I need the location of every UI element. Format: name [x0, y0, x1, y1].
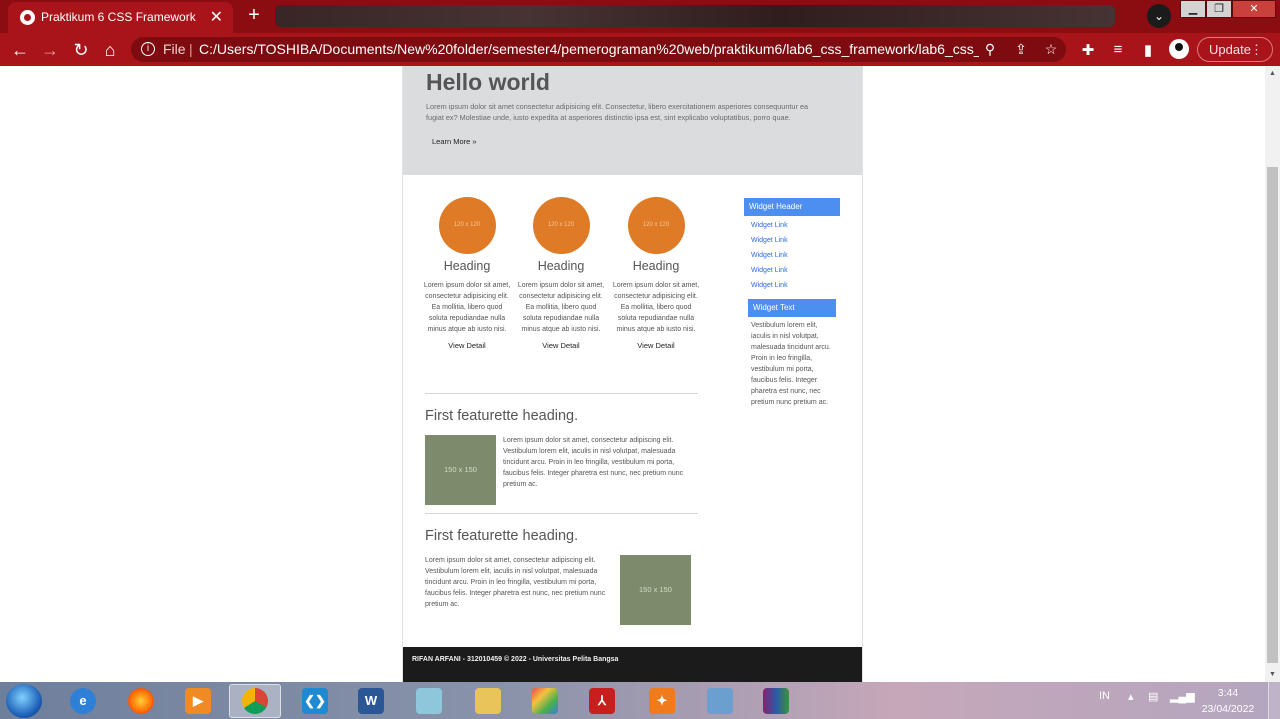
window-controls: ▁ ❐ ✕ [1180, 0, 1276, 18]
chrome-favicon-icon [20, 10, 35, 25]
vscode-icon[interactable]: ❮❯ [289, 684, 341, 718]
featurette-heading: First featurette heading. [425, 528, 579, 544]
photo-viewer-icon[interactable] [694, 684, 746, 718]
divider [425, 393, 698, 394]
widget-link[interactable]: Widget Link [751, 282, 788, 289]
scroll-up-arrow-icon[interactable]: ▲ [1269, 70, 1276, 77]
address-bar[interactable]: i File | C:/Users/TOSHIBA/Documents/New%… [131, 37, 1066, 62]
site-footer: RIFAN ARFANI - 312010459 © 2022 - Univer… [403, 647, 862, 682]
firefox-icon[interactable] [115, 684, 167, 718]
forward-arrow-icon[interactable]: → [39, 39, 61, 61]
paint-icon[interactable] [519, 684, 571, 718]
close-window-icon[interactable]: ✕ [1232, 0, 1276, 18]
site-container: Hello world Lorem ipsum dolor sit amet c… [402, 66, 863, 682]
page-viewport: Hello world Lorem ipsum dolor sit amet c… [0, 66, 1265, 682]
bookmark-star-icon[interactable]: ☆ [1042, 41, 1060, 58]
widget-link[interactable]: Widget Link [751, 267, 788, 274]
view-detail-link[interactable]: View Detail [611, 341, 701, 350]
extensions-puzzle-icon[interactable]: ✚ [1078, 41, 1098, 59]
widget-text: Vestibulum lorem elit, iaculis in nisl v… [751, 322, 831, 406]
back-arrow-icon[interactable]: ← [9, 39, 31, 61]
widget-link[interactable]: Widget Link [751, 237, 788, 244]
view-detail-link[interactable]: View Detail [422, 341, 512, 350]
column-text: Lorem ipsum dolor sit amet, consectetur … [517, 282, 605, 333]
column-text: Lorem ipsum dolor sit amet, consectetur … [612, 282, 700, 333]
address-separator: | [189, 41, 193, 57]
learn-more-link[interactable]: Learn More » [432, 137, 477, 146]
minimize-icon[interactable]: ▁ [1180, 0, 1206, 18]
column-heading: Heading [443, 259, 491, 273]
site-info-icon[interactable]: i [141, 42, 155, 56]
other-tabs-blurred [275, 5, 1115, 27]
featurette-placeholder-image: 150 x 150 [425, 435, 496, 505]
column-text: Lorem ipsum dolor sit amet, consectetur … [423, 282, 511, 333]
pdf-reader-icon[interactable]: ⅄ [576, 684, 628, 718]
file-scheme-label: File [163, 41, 186, 57]
tray-expand-icon[interactable]: ▴ [1128, 690, 1134, 703]
maximize-icon[interactable]: ❐ [1206, 0, 1232, 18]
reload-icon[interactable]: ↻ [70, 39, 92, 61]
signal-icon[interactable]: ▂▄▆ [1170, 690, 1195, 703]
feature-column: 120 x 120 Heading Lorem ipsum dolor sit … [422, 197, 512, 350]
hero-text: Lorem ipsum dolor sit amet consectetur a… [426, 102, 809, 122]
tab-strip: Praktikum 6 CSS Framework ✕ + ⌄ ▁ ❐ ✕ [0, 0, 1280, 33]
windows-taskbar: e ▶ ❮❯ W ⅄ ✦ IN ▴ ▤ ▂▄▆ 3:44 23/04/2022 [0, 682, 1280, 719]
media-queue-icon[interactable]: ≡ [1108, 41, 1128, 58]
tab-search-chevron-icon[interactable]: ⌄ [1147, 4, 1171, 28]
file-explorer-icon[interactable] [462, 684, 514, 718]
vertical-scrollbar[interactable]: ▲ ▼ [1265, 66, 1280, 682]
featurette-text: Lorem ipsum dolor sit amet, consectetur … [425, 557, 606, 608]
kebab-menu-icon: ⋮ [1250, 42, 1263, 57]
toolbar: ← → ↻ ⌂ i File | C:/Users/TOSHIBA/Docume… [0, 33, 1280, 66]
update-label: Update [1209, 42, 1251, 57]
chrome-taskbar-icon[interactable] [229, 684, 281, 718]
clock-date: 23/04/2022 [1201, 703, 1255, 715]
circle-placeholder-image: 120 x 120 [627, 197, 685, 254]
tab-active[interactable]: Praktikum 6 CSS Framework ✕ [8, 2, 233, 33]
widget-link[interactable]: Widget Link [751, 222, 788, 229]
share-icon[interactable]: ⇪ [1012, 41, 1030, 58]
network-icon[interactable]: ▤ [1148, 690, 1158, 703]
side-panel-icon[interactable]: ▮ [1138, 41, 1158, 59]
feature-column: 120 x 120 Heading Lorem ipsum dolor sit … [516, 197, 606, 350]
home-icon[interactable]: ⌂ [99, 39, 121, 61]
language-indicator[interactable]: IN [1099, 690, 1110, 702]
show-desktop-button[interactable] [1268, 682, 1280, 719]
word-icon[interactable]: W [345, 684, 397, 718]
start-button-windows-icon[interactable] [6, 684, 42, 718]
featurette-text: Lorem ipsum dolor sit amet, consectetur … [503, 437, 684, 488]
column-heading: Heading [632, 259, 680, 273]
system-clock[interactable]: 3:44 23/04/2022 [1197, 685, 1259, 717]
profile-avatar[interactable] [1169, 39, 1189, 59]
widget-header: Widget Header [744, 198, 840, 216]
notepad-icon[interactable] [403, 684, 455, 718]
xampp-icon[interactable]: ✦ [636, 684, 688, 718]
url-text[interactable]: C:/Users/TOSHIBA/Documents/New%20folder/… [199, 41, 979, 57]
zoom-icon[interactable]: ⚲ [981, 41, 999, 58]
circle-placeholder-image: 120 x 120 [532, 197, 590, 254]
featurette-placeholder-image: 150 x 150 [620, 555, 691, 625]
hero-title: Hello world [426, 69, 550, 95]
featurette-heading: First featurette heading. [425, 408, 579, 424]
tab-title: Praktikum 6 CSS Framework [41, 10, 196, 24]
internet-explorer-icon[interactable]: e [57, 684, 109, 718]
new-tab-button[interactable]: + [243, 4, 265, 26]
tab-close-icon[interactable]: ✕ [210, 7, 223, 27]
media-player-icon[interactable]: ▶ [172, 684, 224, 718]
column-heading: Heading [537, 259, 585, 273]
jumbotron: Hello world Lorem ipsum dolor sit amet c… [403, 66, 862, 175]
scroll-down-arrow-icon[interactable]: ▼ [1269, 671, 1276, 678]
divider [425, 513, 698, 514]
clock-time: 3:44 [1217, 687, 1239, 699]
scrollbar-thumb[interactable] [1267, 167, 1278, 663]
winrar-icon[interactable] [750, 684, 802, 718]
view-detail-link[interactable]: View Detail [516, 341, 606, 350]
widget-link[interactable]: Widget Link [751, 252, 788, 259]
circle-placeholder-image: 120 x 120 [438, 197, 496, 254]
widget-text-header: Widget Text [748, 299, 836, 317]
feature-column: 120 x 120 Heading Lorem ipsum dolor sit … [611, 197, 701, 350]
update-button[interactable]: Update ⋮ [1197, 37, 1273, 62]
